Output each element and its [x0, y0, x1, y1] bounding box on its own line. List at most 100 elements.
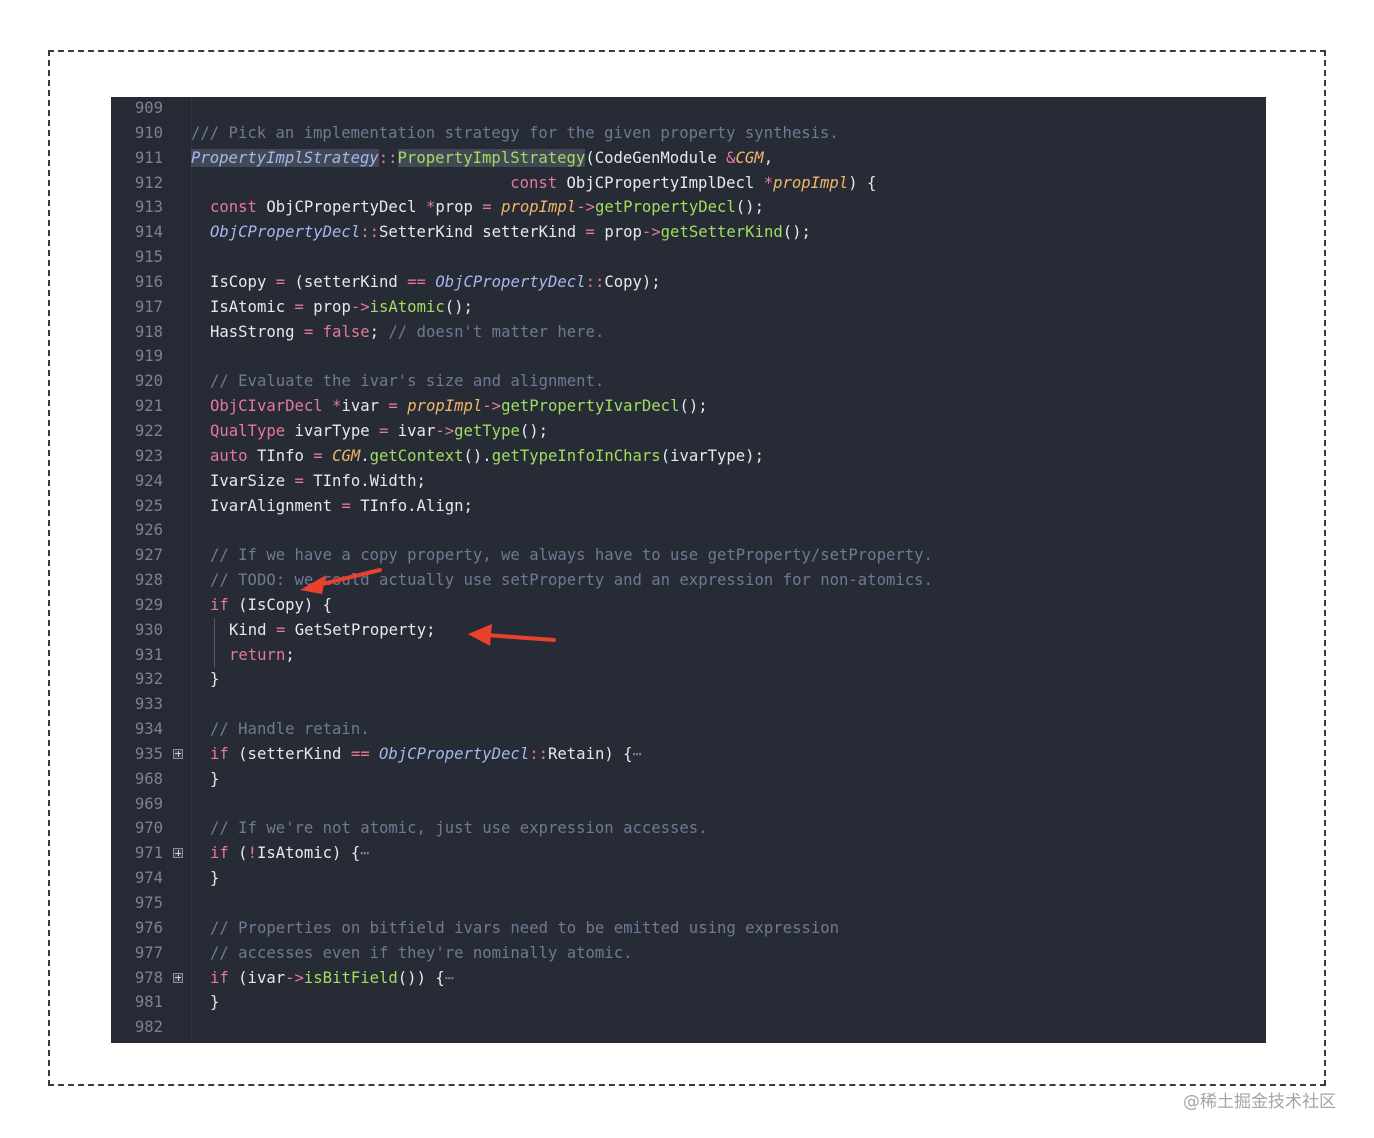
code-token: const — [210, 198, 257, 217]
code-line[interactable]: 920 // Evaluate the ivar's size and align… — [111, 369, 1266, 394]
code-line[interactable]: 977 // accesses even if they're nominally… — [111, 941, 1266, 966]
code-token: } — [210, 769, 220, 788]
line-number: 981 — [134, 993, 163, 1012]
line-number: 976 — [134, 918, 163, 937]
code-line[interactable]: 925 IvarAlignment = TInfo.Align; — [111, 494, 1266, 519]
line-number: 971 — [134, 844, 163, 863]
line-number: 911 — [134, 148, 163, 167]
code-text: } — [191, 667, 219, 692]
code-token: ObjCPropertyDecl — [210, 223, 361, 242]
code-line[interactable]: 978 if (ivar->isBitField()) {⋯ — [111, 966, 1266, 991]
code-line[interactable]: 923 auto TInfo = CGM.getContext().getType… — [111, 444, 1266, 469]
code-token: = — [341, 496, 351, 515]
code-token: , — [763, 148, 774, 167]
code-line[interactable]: 924 IvarSize = TInfo.Width; — [111, 469, 1266, 494]
code-line[interactable]: 975 — [111, 891, 1266, 916]
code-token: getType — [454, 421, 520, 440]
code-token: PropertyImplStrategy — [191, 148, 379, 167]
code-token: ObjCPropertyDecl — [435, 272, 586, 291]
code-token: -> — [350, 297, 370, 316]
code-token: = — [275, 272, 286, 291]
code-line[interactable]: 921 ObjCIvarDecl *ivar = propImpl->getPro… — [111, 394, 1266, 419]
code-token: // Evaluate the ivar's size and alignmen… — [210, 372, 605, 391]
code-line[interactable]: 911 PropertyImplStrategy::PropertyImplStr… — [111, 146, 1266, 171]
code-token: ; — [369, 322, 389, 341]
code-token: HasStrong — [210, 322, 304, 341]
code-token: :: — [585, 272, 605, 291]
line-number: 935 — [134, 744, 163, 763]
line-number: 932 — [134, 670, 163, 689]
code-text: // Evaluate the ivar's size and alignmen… — [191, 369, 604, 394]
code-line[interactable]: 929 if (IsCopy) { — [111, 593, 1266, 618]
code-token: = — [388, 397, 398, 416]
code-text: if (!IsAtomic) {⋯ — [191, 841, 370, 866]
line-number: 977 — [134, 943, 163, 962]
code-line[interactable]: 916 IsCopy = (setterKind == ObjCPropertyD… — [111, 270, 1266, 295]
code-token: prop — [435, 198, 483, 217]
code-token: getTypeInfoInChars — [491, 446, 661, 465]
fold-expand-icon[interactable] — [173, 972, 183, 983]
code-line[interactable]: 928 // TODO: we could actually use setPro… — [111, 568, 1266, 593]
line-number: 927 — [134, 546, 163, 565]
code-line[interactable]: 933 — [111, 692, 1266, 717]
code-token: if — [210, 968, 229, 987]
code-token: Copy); — [604, 272, 661, 291]
line-number: 928 — [134, 571, 163, 590]
code-line[interactable]: 917 IsAtomic = prop->isAtomic(); — [111, 295, 1266, 320]
code-token: IvarSize — [210, 471, 295, 490]
indent-guide — [214, 618, 215, 668]
code-token: TInfo — [247, 446, 314, 465]
code-line[interactable]: 935 if (setterKind == ObjCPropertyDecl::R… — [111, 742, 1266, 767]
line-number: 917 — [134, 297, 163, 316]
code-line[interactable]: 974} — [111, 866, 1266, 891]
line-number: 974 — [134, 869, 163, 888]
line-number: 918 — [134, 322, 163, 341]
code-line[interactable]: 934 // Handle retain. — [111, 717, 1266, 742]
code-line[interactable]: 922 QualType ivarType = ivar->getType(); — [111, 419, 1266, 444]
code-token: propImpl — [407, 397, 483, 416]
code-line[interactable]: 982 — [111, 1015, 1266, 1040]
code-text: // If we have a copy property, we always… — [191, 543, 933, 568]
code-line[interactable]: 918 HasStrong = false; // doesn't matter … — [111, 320, 1266, 345]
code-line[interactable]: 914 ObjCPropertyDecl::SetterKind setterKi… — [111, 220, 1266, 245]
code-line[interactable]: 913 const ObjCPropertyDecl *prop = propIm… — [111, 195, 1266, 220]
code-line[interactable]: 931 return; — [111, 643, 1266, 668]
code-line[interactable]: 927 // If we have a copy property, we alw… — [111, 543, 1266, 568]
code-line[interactable]: 968} — [111, 767, 1266, 792]
code-token: ()) { — [397, 968, 445, 987]
fold-expand-icon[interactable] — [173, 848, 183, 859]
fold-expand-icon[interactable] — [173, 748, 183, 759]
code-token: ⋯ — [360, 844, 370, 863]
line-number: 912 — [134, 173, 163, 192]
code-line[interactable]: 912 const ObjCPropertyImplDecl *propImpl… — [111, 171, 1266, 196]
code-line[interactable]: 930 Kind = GetSetProperty; — [111, 618, 1266, 643]
code-token: = — [294, 471, 304, 490]
code-line[interactable]: 909 — [111, 97, 1266, 121]
line-number: 925 — [134, 496, 163, 515]
code-line[interactable]: 926 — [111, 518, 1266, 543]
code-token: prop — [594, 223, 642, 242]
code-token: Kind — [229, 620, 276, 639]
watermark: @稀土掘金技术社区 — [1183, 1092, 1336, 1112]
code-line[interactable]: 971 if (!IsAtomic) {⋯ — [111, 841, 1266, 866]
code-token: getContext — [369, 446, 464, 465]
code-line[interactable]: 910 /// Pick an implementation strategy f… — [111, 121, 1266, 146]
code-line[interactable]: 976 // Properties on bitfield ivars need … — [111, 916, 1266, 941]
code-token: ivarType — [285, 421, 379, 440]
code-line[interactable]: 915 — [111, 245, 1266, 270]
code-line[interactable]: 932} — [111, 667, 1266, 692]
code-line[interactable]: 969 — [111, 792, 1266, 817]
line-number: 978 — [134, 968, 163, 987]
line-number: 970 — [134, 819, 163, 838]
line-number: 922 — [134, 421, 163, 440]
code-token: -> — [435, 421, 455, 440]
code-lines: 909 910 /// Pick an implementation strateg… — [111, 97, 1266, 1040]
line-number: 923 — [134, 446, 163, 465]
code-line[interactable]: 981} — [111, 990, 1266, 1015]
code-line[interactable]: 970 // If we're not atomic, just use expr… — [111, 816, 1266, 841]
code-editor[interactable]: 909 910 /// Pick an implementation strateg… — [111, 97, 1266, 1043]
line-number: 920 — [134, 372, 163, 391]
code-line[interactable]: 919 — [111, 344, 1266, 369]
code-token: = — [313, 446, 323, 465]
line-number: 909 — [134, 99, 163, 117]
